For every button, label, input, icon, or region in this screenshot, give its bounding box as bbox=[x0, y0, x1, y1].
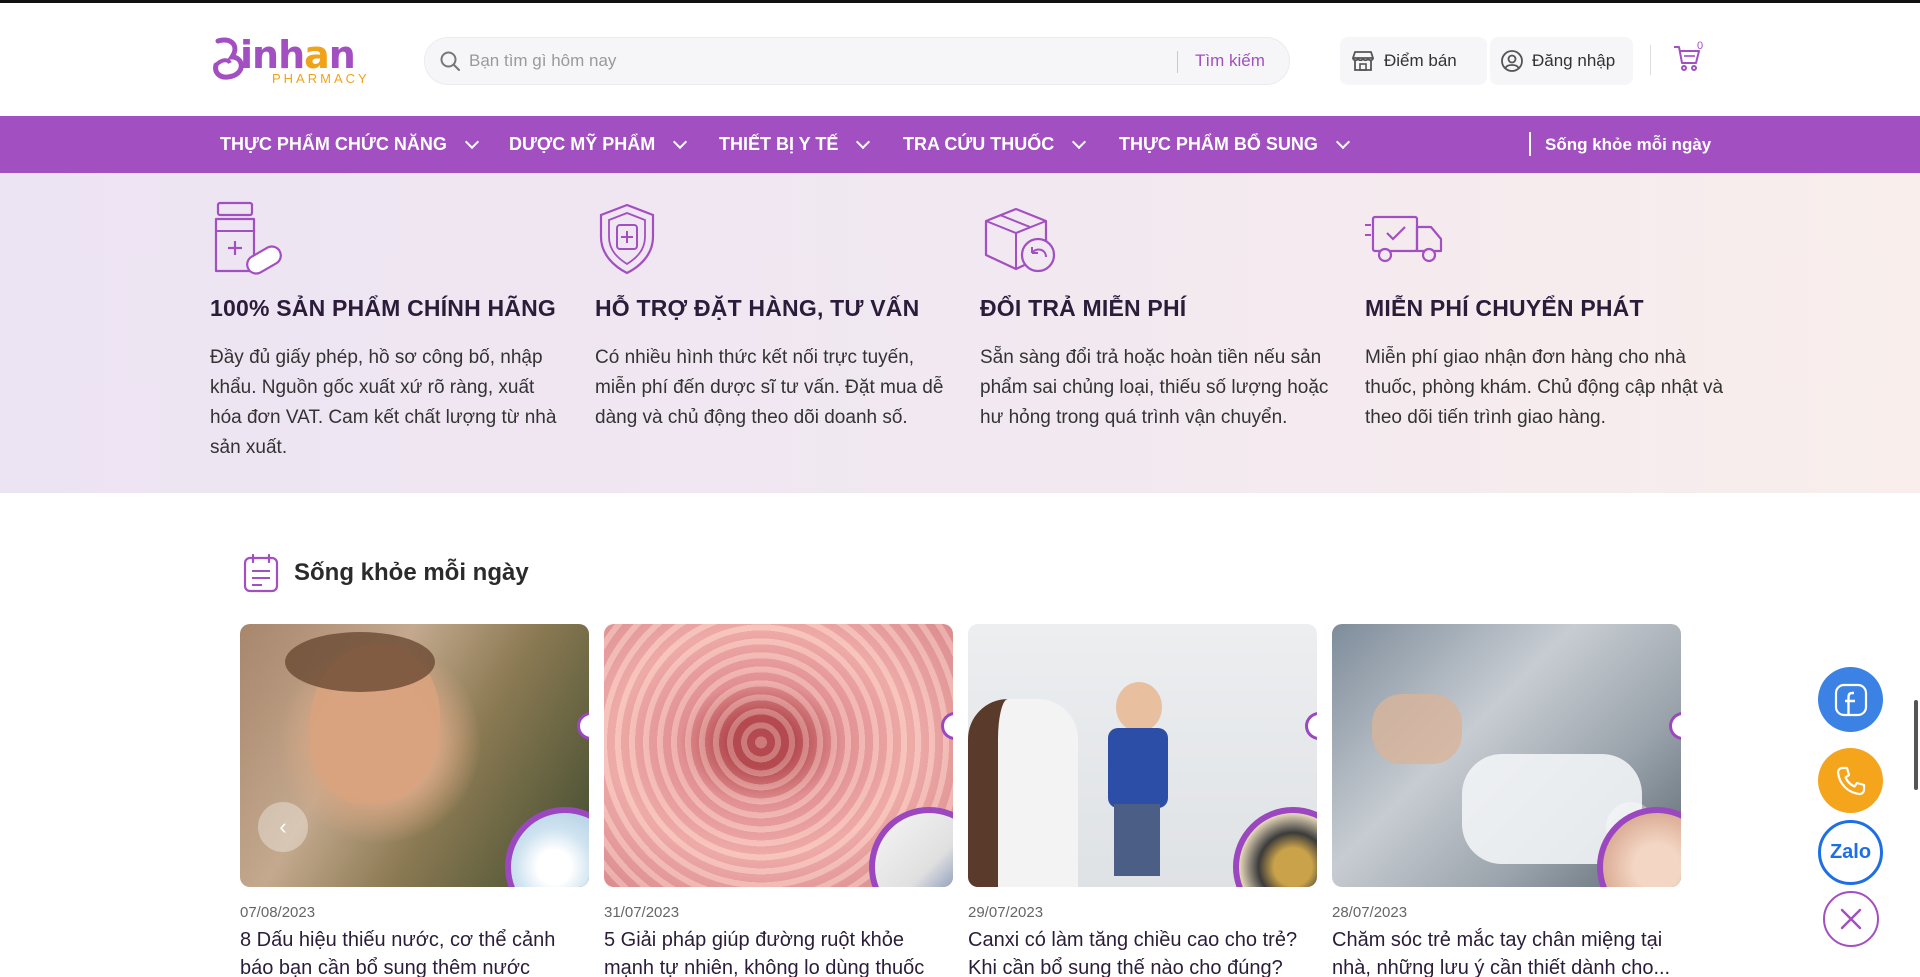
post-date: 07/08/2023 bbox=[240, 904, 316, 921]
blog-thumbnail[interactable]: ‹ bbox=[240, 624, 589, 887]
nav-item-label: THỰC PHẨM CHỨC NĂNG bbox=[220, 134, 447, 154]
post-date: 28/07/2023 bbox=[1332, 904, 1408, 921]
features-section: 100% SẢN PHẨM CHÍNH HÃNG Đầy đủ giấy phé… bbox=[0, 173, 1920, 493]
post-title[interactable]: 5 Giải pháp giúp đường ruột khỏe mạnh tự… bbox=[604, 926, 953, 977]
feature-text: Miễn phí giao nhận đơn hàng cho nhà thuố… bbox=[1365, 347, 1724, 428]
nav-separator bbox=[1529, 132, 1531, 156]
logo-subtitle: PHARMACY bbox=[272, 71, 370, 86]
nav-item-label: THIẾT BỊ Y TẾ bbox=[719, 134, 839, 154]
post-title[interactable]: Canxi có làm tăng chiều cao cho trẻ? Khi… bbox=[968, 926, 1317, 977]
facebook-icon bbox=[1834, 683, 1867, 716]
chevron-down-icon bbox=[1335, 134, 1351, 150]
notepad-icon bbox=[243, 553, 279, 593]
medicine-bottle-icon bbox=[214, 201, 282, 275]
post-title[interactable]: Chăm sóc trẻ mắc tay chân miệng tại nhà,… bbox=[1332, 926, 1681, 977]
photo-child-head bbox=[1116, 682, 1162, 732]
blog-thumbnail[interactable] bbox=[604, 624, 953, 887]
box-return-icon bbox=[984, 207, 1056, 273]
nav-item-label: DƯỢC MỸ PHẨM bbox=[509, 134, 656, 154]
search-input[interactable] bbox=[469, 38, 1169, 84]
feature-text: Sẵn sàng đổi trả hoặc hoàn tiền nếu sản … bbox=[980, 347, 1329, 428]
store-locator-button[interactable]: Điểm bán bbox=[1340, 37, 1487, 85]
photo-hair-shape bbox=[285, 632, 435, 692]
feature-title: 100% SẢN PHẨM CHÍNH HÃNG bbox=[210, 295, 557, 321]
page-scrollbar[interactable] bbox=[1914, 700, 1918, 790]
user-icon bbox=[1501, 50, 1523, 72]
chevron-down-icon bbox=[673, 134, 688, 150]
nav-item-functional-food[interactable]: THỰC PHẨM CHỨC NĂNG bbox=[220, 116, 479, 173]
search-bar: Tìm kiếm bbox=[424, 37, 1290, 85]
store-label: Điểm bán bbox=[1384, 51, 1457, 70]
header-separator bbox=[1650, 45, 1651, 75]
photo-hand-shape bbox=[1372, 694, 1462, 764]
search-divider bbox=[1177, 51, 1178, 73]
badge-indicator bbox=[1669, 712, 1681, 740]
post-date: 29/07/2023 bbox=[968, 904, 1044, 921]
nav-item-drug-lookup[interactable]: TRA CỨU THUỐC bbox=[903, 116, 1087, 173]
close-floating-button[interactable] bbox=[1823, 891, 1879, 947]
nav-item-label: THỰC PHẨM BỔ SUNG bbox=[1119, 134, 1318, 154]
nav-item-supplements[interactable]: THỰC PHẨM BỔ SUNG bbox=[1119, 116, 1351, 173]
cart-count-badge: 0 bbox=[1697, 40, 1704, 52]
badge-indicator bbox=[1305, 712, 1317, 740]
zalo-button[interactable]: Zalo bbox=[1818, 820, 1883, 885]
facebook-button[interactable] bbox=[1818, 667, 1883, 732]
feature-title: MIỄN PHÍ CHUYỂN PHÁT bbox=[1365, 295, 1644, 321]
feature-text: Có nhiều hình thức kết nối trực tuyến, m… bbox=[595, 347, 944, 428]
feature-title: ĐỔI TRẢ MIỄN PHÍ bbox=[980, 295, 1187, 321]
blog-card[interactable]: 31/07/2023 5 Giải pháp giúp đường ruột k… bbox=[604, 624, 953, 977]
nav-item-healthy-living[interactable]: Sống khỏe mỗi ngày bbox=[1545, 116, 1711, 173]
feature-text: Đầy đủ giấy phép, hồ sơ công bố, nhập kh… bbox=[210, 347, 557, 458]
nav-item-label: TRA CỨU THUỐC bbox=[903, 134, 1055, 154]
nav-item-cosmeceuticals[interactable]: DƯỢC MỸ PHẨM bbox=[509, 116, 688, 173]
carousel-prev-button[interactable]: ‹ bbox=[258, 802, 308, 852]
blog-heading: Sống khỏe mỗi ngày bbox=[294, 559, 529, 586]
blog-section-header: Sống khỏe mỗi ngày bbox=[242, 553, 529, 593]
photo-child-body bbox=[1108, 728, 1168, 808]
chevron-down-icon bbox=[464, 134, 479, 150]
delivery-truck-icon bbox=[1365, 215, 1443, 263]
store-icon bbox=[1352, 51, 1374, 71]
blog-thumbnail[interactable]: › bbox=[1332, 624, 1681, 887]
product-badge-circle bbox=[505, 807, 589, 887]
badge-indicator bbox=[577, 712, 589, 740]
blog-card[interactable]: › 28/07/2023 Chăm sóc trẻ mắc tay chân m… bbox=[1332, 624, 1681, 977]
close-icon bbox=[1840, 908, 1862, 930]
phone-icon bbox=[1836, 766, 1865, 795]
blog-card[interactable]: ‹ 07/08/2023 8 Dấu hiệu thiếu nước, cơ t… bbox=[240, 624, 589, 977]
post-title[interactable]: 8 Dấu hiệu thiếu nước, cơ thể cảnh báo b… bbox=[240, 926, 589, 977]
product-badge-circle bbox=[1233, 807, 1317, 887]
post-date: 31/07/2023 bbox=[604, 904, 680, 921]
brand-logo[interactable]: inhan PHARMACY bbox=[210, 33, 370, 87]
site-header: inhan PHARMACY Tìm kiếm Điểm bán Đăng nh… bbox=[0, 3, 1920, 116]
medical-shield-icon bbox=[599, 203, 655, 275]
feature-title: HỖ TRỢ ĐẶT HÀNG, TƯ VẤN bbox=[595, 295, 920, 321]
search-button[interactable]: Tìm kiếm bbox=[1195, 51, 1265, 71]
zalo-label: Zalo bbox=[1829, 841, 1872, 863]
blog-thumbnail[interactable] bbox=[968, 624, 1317, 887]
blog-card[interactable]: 29/07/2023 Canxi có làm tăng chiều cao c… bbox=[968, 624, 1317, 977]
phone-call-button[interactable] bbox=[1818, 748, 1883, 813]
main-navigation: THỰC PHẨM CHỨC NĂNG DƯỢC MỸ PHẨM THIẾT B… bbox=[0, 116, 1920, 173]
search-icon bbox=[440, 51, 460, 71]
login-label: Đăng nhập bbox=[1532, 51, 1616, 70]
chevron-down-icon bbox=[1072, 134, 1087, 150]
nav-item-medical-devices[interactable]: THIẾT BỊ Y TẾ bbox=[719, 116, 871, 173]
photo-child-legs bbox=[1114, 804, 1160, 876]
photo-woman-shape bbox=[968, 699, 1078, 887]
login-button[interactable]: Đăng nhập bbox=[1490, 37, 1633, 85]
chevron-down-icon bbox=[856, 134, 871, 150]
